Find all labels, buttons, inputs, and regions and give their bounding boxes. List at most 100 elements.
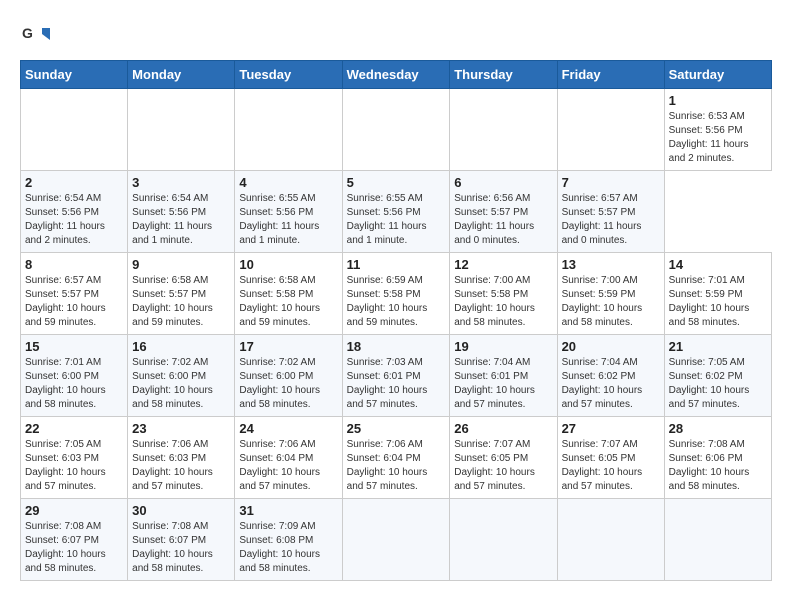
day-cell-6: 6 Sunrise: 6:56 AMSunset: 5:57 PMDayligh… [450, 171, 557, 253]
day-info: Sunrise: 7:04 AMSunset: 6:01 PMDaylight:… [454, 356, 552, 412]
logo-icon: G [20, 20, 50, 50]
day-info: Sunrise: 7:05 AMSunset: 6:02 PMDaylight:… [669, 356, 767, 412]
day-number: 1 [669, 93, 767, 108]
day-info: Sunrise: 7:00 AMSunset: 5:58 PMDaylight:… [454, 274, 552, 330]
day-info: Sunrise: 7:02 AMSunset: 6:00 PMDaylight:… [239, 356, 337, 412]
calendar-header: SundayMondayTuesdayWednesdayThursdayFrid… [21, 61, 772, 89]
day-number: 20 [562, 339, 660, 354]
day-number: 23 [132, 421, 230, 436]
day-info: Sunrise: 7:01 AMSunset: 6:00 PMDaylight:… [25, 356, 123, 412]
day-cell-24: 24 Sunrise: 7:06 AMSunset: 6:04 PMDaylig… [235, 417, 342, 499]
day-info: Sunrise: 7:00 AMSunset: 5:59 PMDaylight:… [562, 274, 660, 330]
day-info: Sunrise: 7:07 AMSunset: 6:05 PMDaylight:… [454, 438, 552, 494]
day-info: Sunrise: 6:55 AMSunset: 5:56 PMDaylight:… [239, 192, 337, 248]
empty-cell [342, 499, 450, 581]
day-cell-19: 19 Sunrise: 7:04 AMSunset: 6:01 PMDaylig… [450, 335, 557, 417]
day-cell-15: 15 Sunrise: 7:01 AMSunset: 6:00 PMDaylig… [21, 335, 128, 417]
weekday-header-sunday: Sunday [21, 61, 128, 89]
empty-cell [557, 89, 664, 171]
day-number: 15 [25, 339, 123, 354]
day-cell-16: 16 Sunrise: 7:02 AMSunset: 6:00 PMDaylig… [128, 335, 235, 417]
day-info: Sunrise: 7:03 AMSunset: 6:01 PMDaylight:… [347, 356, 446, 412]
day-number: 17 [239, 339, 337, 354]
day-cell-9: 9 Sunrise: 6:58 AMSunset: 5:57 PMDayligh… [128, 253, 235, 335]
day-number: 4 [239, 175, 337, 190]
calendar-week-4: 15 Sunrise: 7:01 AMSunset: 6:00 PMDaylig… [21, 335, 772, 417]
day-info: Sunrise: 6:57 AMSunset: 5:57 PMDaylight:… [25, 274, 123, 330]
day-info: Sunrise: 7:06 AMSunset: 6:04 PMDaylight:… [347, 438, 446, 494]
day-info: Sunrise: 7:02 AMSunset: 6:00 PMDaylight:… [132, 356, 230, 412]
day-cell-23: 23 Sunrise: 7:06 AMSunset: 6:03 PMDaylig… [128, 417, 235, 499]
weekday-header-thursday: Thursday [450, 61, 557, 89]
empty-cell [128, 89, 235, 171]
day-info: Sunrise: 7:06 AMSunset: 6:03 PMDaylight:… [132, 438, 230, 494]
day-info: Sunrise: 7:09 AMSunset: 6:08 PMDaylight:… [239, 520, 337, 576]
day-info: Sunrise: 7:01 AMSunset: 5:59 PMDaylight:… [669, 274, 767, 330]
day-cell-4: 4 Sunrise: 6:55 AMSunset: 5:56 PMDayligh… [235, 171, 342, 253]
day-number: 27 [562, 421, 660, 436]
day-cell-18: 18 Sunrise: 7:03 AMSunset: 6:01 PMDaylig… [342, 335, 450, 417]
day-cell-28: 28 Sunrise: 7:08 AMSunset: 6:06 PMDaylig… [664, 417, 771, 499]
empty-cell [21, 89, 128, 171]
weekday-header-monday: Monday [128, 61, 235, 89]
weekday-row: SundayMondayTuesdayWednesdayThursdayFrid… [21, 61, 772, 89]
day-info: Sunrise: 7:07 AMSunset: 6:05 PMDaylight:… [562, 438, 660, 494]
day-cell-31: 31 Sunrise: 7:09 AMSunset: 6:08 PMDaylig… [235, 499, 342, 581]
day-info: Sunrise: 6:53 AMSunset: 5:56 PMDaylight:… [669, 110, 767, 166]
day-number: 28 [669, 421, 767, 436]
day-cell-14: 14 Sunrise: 7:01 AMSunset: 5:59 PMDaylig… [664, 253, 771, 335]
day-cell-12: 12 Sunrise: 7:00 AMSunset: 5:58 PMDaylig… [450, 253, 557, 335]
day-cell-17: 17 Sunrise: 7:02 AMSunset: 6:00 PMDaylig… [235, 335, 342, 417]
day-cell-5: 5 Sunrise: 6:55 AMSunset: 5:56 PMDayligh… [342, 171, 450, 253]
empty-cell [557, 499, 664, 581]
day-cell-30: 30 Sunrise: 7:08 AMSunset: 6:07 PMDaylig… [128, 499, 235, 581]
day-cell-1: 1 Sunrise: 6:53 AMSunset: 5:56 PMDayligh… [664, 89, 771, 171]
day-cell-21: 21 Sunrise: 7:05 AMSunset: 6:02 PMDaylig… [664, 335, 771, 417]
day-cell-13: 13 Sunrise: 7:00 AMSunset: 5:59 PMDaylig… [557, 253, 664, 335]
day-number: 13 [562, 257, 660, 272]
day-info: Sunrise: 6:54 AMSunset: 5:56 PMDaylight:… [25, 192, 123, 248]
day-number: 10 [239, 257, 337, 272]
day-info: Sunrise: 7:08 AMSunset: 6:07 PMDaylight:… [132, 520, 230, 576]
day-cell-20: 20 Sunrise: 7:04 AMSunset: 6:02 PMDaylig… [557, 335, 664, 417]
day-number: 21 [669, 339, 767, 354]
day-number: 9 [132, 257, 230, 272]
empty-cell [450, 499, 557, 581]
day-number: 22 [25, 421, 123, 436]
day-number: 24 [239, 421, 337, 436]
day-info: Sunrise: 7:05 AMSunset: 6:03 PMDaylight:… [25, 438, 123, 494]
day-number: 11 [347, 257, 446, 272]
logo: G [20, 20, 54, 50]
calendar-week-2: 2 Sunrise: 6:54 AMSunset: 5:56 PMDayligh… [21, 171, 772, 253]
day-number: 5 [347, 175, 446, 190]
weekday-header-wednesday: Wednesday [342, 61, 450, 89]
day-cell-22: 22 Sunrise: 7:05 AMSunset: 6:03 PMDaylig… [21, 417, 128, 499]
calendar-week-3: 8 Sunrise: 6:57 AMSunset: 5:57 PMDayligh… [21, 253, 772, 335]
day-number: 30 [132, 503, 230, 518]
day-number: 31 [239, 503, 337, 518]
day-number: 18 [347, 339, 446, 354]
day-number: 25 [347, 421, 446, 436]
day-info: Sunrise: 6:58 AMSunset: 5:58 PMDaylight:… [239, 274, 337, 330]
calendar-table: SundayMondayTuesdayWednesdayThursdayFrid… [20, 60, 772, 581]
empty-cell [342, 89, 450, 171]
day-number: 14 [669, 257, 767, 272]
day-number: 8 [25, 257, 123, 272]
day-cell-25: 25 Sunrise: 7:06 AMSunset: 6:04 PMDaylig… [342, 417, 450, 499]
calendar-week-5: 22 Sunrise: 7:05 AMSunset: 6:03 PMDaylig… [21, 417, 772, 499]
day-number: 29 [25, 503, 123, 518]
day-cell-7: 7 Sunrise: 6:57 AMSunset: 5:57 PMDayligh… [557, 171, 664, 253]
day-info: Sunrise: 6:54 AMSunset: 5:56 PMDaylight:… [132, 192, 230, 248]
day-cell-2: 2 Sunrise: 6:54 AMSunset: 5:56 PMDayligh… [21, 171, 128, 253]
day-info: Sunrise: 6:56 AMSunset: 5:57 PMDaylight:… [454, 192, 552, 248]
day-number: 2 [25, 175, 123, 190]
calendar-week-6: 29 Sunrise: 7:08 AMSunset: 6:07 PMDaylig… [21, 499, 772, 581]
day-info: Sunrise: 7:08 AMSunset: 6:07 PMDaylight:… [25, 520, 123, 576]
day-info: Sunrise: 6:59 AMSunset: 5:58 PMDaylight:… [347, 274, 446, 330]
day-number: 6 [454, 175, 552, 190]
day-number: 7 [562, 175, 660, 190]
day-info: Sunrise: 7:08 AMSunset: 6:06 PMDaylight:… [669, 438, 767, 494]
day-number: 16 [132, 339, 230, 354]
day-cell-29: 29 Sunrise: 7:08 AMSunset: 6:07 PMDaylig… [21, 499, 128, 581]
day-number: 12 [454, 257, 552, 272]
